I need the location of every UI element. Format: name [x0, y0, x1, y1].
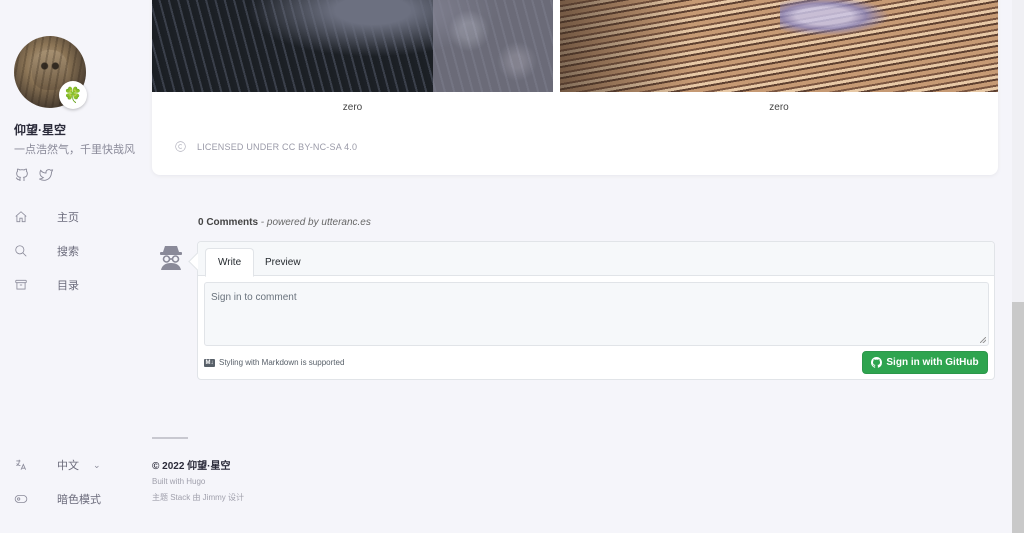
- menu-item-label: 目录: [57, 280, 79, 292]
- language-icon: [16, 459, 27, 470]
- sign-in-github-button[interactable]: Sign in with GitHub: [862, 351, 988, 374]
- comment-tabs: Write Preview: [198, 242, 994, 277]
- tab-write[interactable]: Write: [205, 248, 255, 277]
- left-sidebar: 🍀 仰望·星空 一点浩然气，千里快哉风 主页 搜索 目录 中文 ⌄ 暗色模式: [0, 0, 140, 533]
- menu-item-label: 主页: [57, 212, 79, 224]
- license-note: LICENSED UNDER CC BY-NC-SA 4.0: [174, 140, 357, 153]
- anonymous-avatar-icon: [160, 246, 182, 270]
- toggle-icon: [14, 495, 28, 503]
- comments-powered-by: - powered by utteranc.es: [260, 217, 371, 228]
- dark-mode-toggle[interactable]: 暗色模式: [14, 482, 101, 516]
- markdown-icon: M↓: [204, 358, 215, 367]
- github-icon[interactable]: [14, 167, 30, 188]
- copyright-icon: [175, 141, 186, 152]
- gallery-image-right[interactable]: [560, 0, 998, 92]
- menu-item-home[interactable]: 主页: [14, 200, 79, 234]
- archive-icon: [15, 279, 27, 290]
- avatar-emoji-badge: 🍀: [59, 81, 87, 109]
- comment-textarea[interactable]: Sign in to comment: [204, 282, 989, 346]
- scrollbar-thumb[interactable]: [1012, 302, 1024, 533]
- license-text: LICENSED UNDER CC BY-NC-SA 4.0: [197, 141, 358, 152]
- footer-built-with[interactable]: Built with Hugo: [152, 477, 205, 486]
- comments-count[interactable]: 0 Comments: [198, 217, 258, 228]
- site-description: 一点浩然气，千里快哉风: [14, 144, 135, 156]
- footer-copyright: © 2022 仰望·星空: [152, 461, 231, 472]
- twitter-icon[interactable]: [38, 167, 54, 188]
- image-caption: zero: [769, 102, 789, 113]
- comments-header: 0 Comments - powered by utteranc.es: [198, 217, 371, 228]
- home-icon: [15, 211, 27, 223]
- language-label: 中文: [57, 460, 79, 472]
- comment-form: Write Preview Sign in to comment M↓ Styl…: [197, 241, 995, 380]
- site-name[interactable]: 仰望·星空: [14, 121, 66, 138]
- gallery-image-left[interactable]: [152, 0, 553, 92]
- markdown-note: M↓ Styling with Markdown is supported: [204, 358, 344, 367]
- social-links: [14, 167, 54, 188]
- footer-divider: [152, 437, 188, 439]
- image-caption: zero: [342, 102, 363, 113]
- markdown-note-text: Styling with Markdown is supported: [219, 358, 345, 367]
- main-menu: 主页 搜索 目录: [14, 200, 79, 302]
- chevron-down-icon: ⌄: [93, 459, 101, 470]
- tab-preview[interactable]: Preview: [253, 248, 313, 277]
- menu-item-archives[interactable]: 目录: [14, 268, 79, 302]
- sidebar-bottom-menu: 中文 ⌄ 暗色模式: [14, 448, 101, 516]
- menu-item-search[interactable]: 搜索: [14, 234, 79, 268]
- page-scrollbar[interactable]: [1012, 0, 1024, 533]
- menu-item-label: 搜索: [57, 246, 79, 258]
- sign-in-github-label: Sign in with GitHub: [886, 357, 979, 368]
- dark-mode-label: 暗色模式: [57, 494, 101, 506]
- avatar-container[interactable]: 🍀: [14, 36, 87, 109]
- article-card: zero zero LICENSED UNDER CC BY-NC-SA 4.0: [152, 0, 998, 175]
- language-selector[interactable]: 中文 ⌄: [14, 448, 101, 482]
- github-icon: [871, 357, 883, 368]
- search-icon: [15, 245, 27, 257]
- footer-theme-credit[interactable]: 主题 Stack 由 Jimmy 设计: [152, 492, 244, 503]
